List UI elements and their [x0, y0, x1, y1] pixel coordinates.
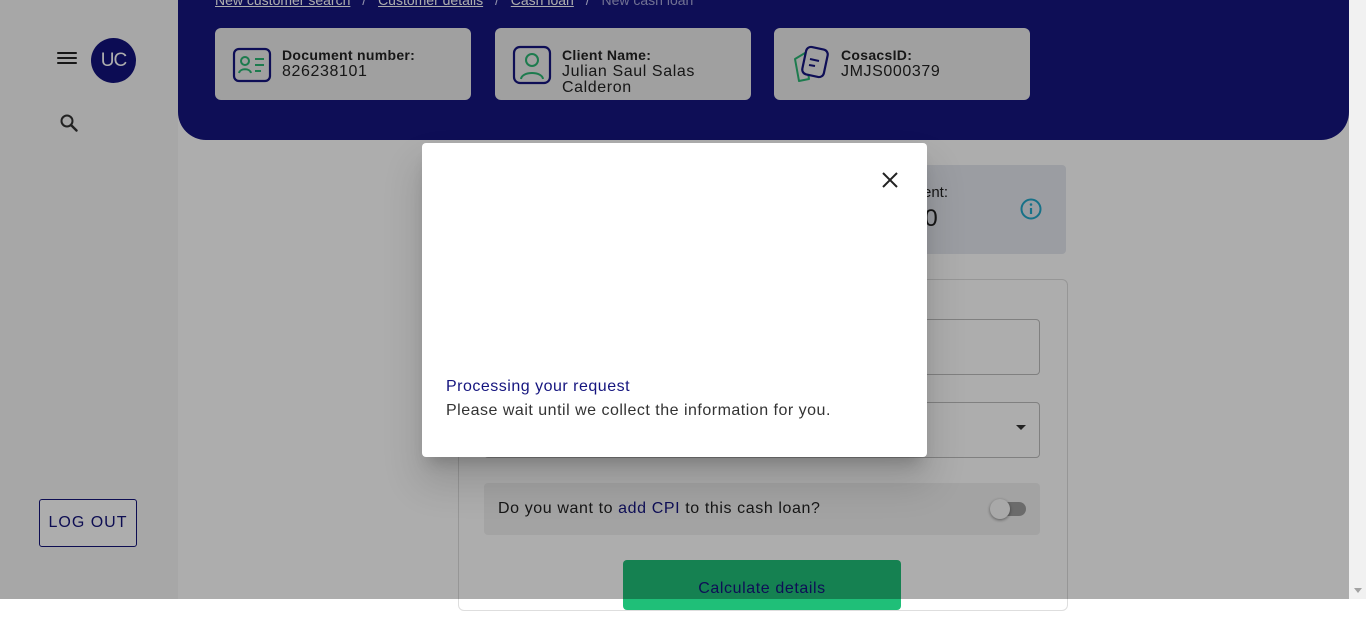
dialog-title: Processing your request: [446, 378, 631, 395]
close-icon[interactable]: [879, 169, 901, 191]
scrollbar[interactable]: [1349, 0, 1366, 599]
scroll-down-arrow-icon[interactable]: [1354, 588, 1362, 593]
processing-dialog: Processing your request Please wait unti…: [422, 143, 927, 457]
dialog-message: Please wait until we collect the informa…: [446, 402, 831, 419]
